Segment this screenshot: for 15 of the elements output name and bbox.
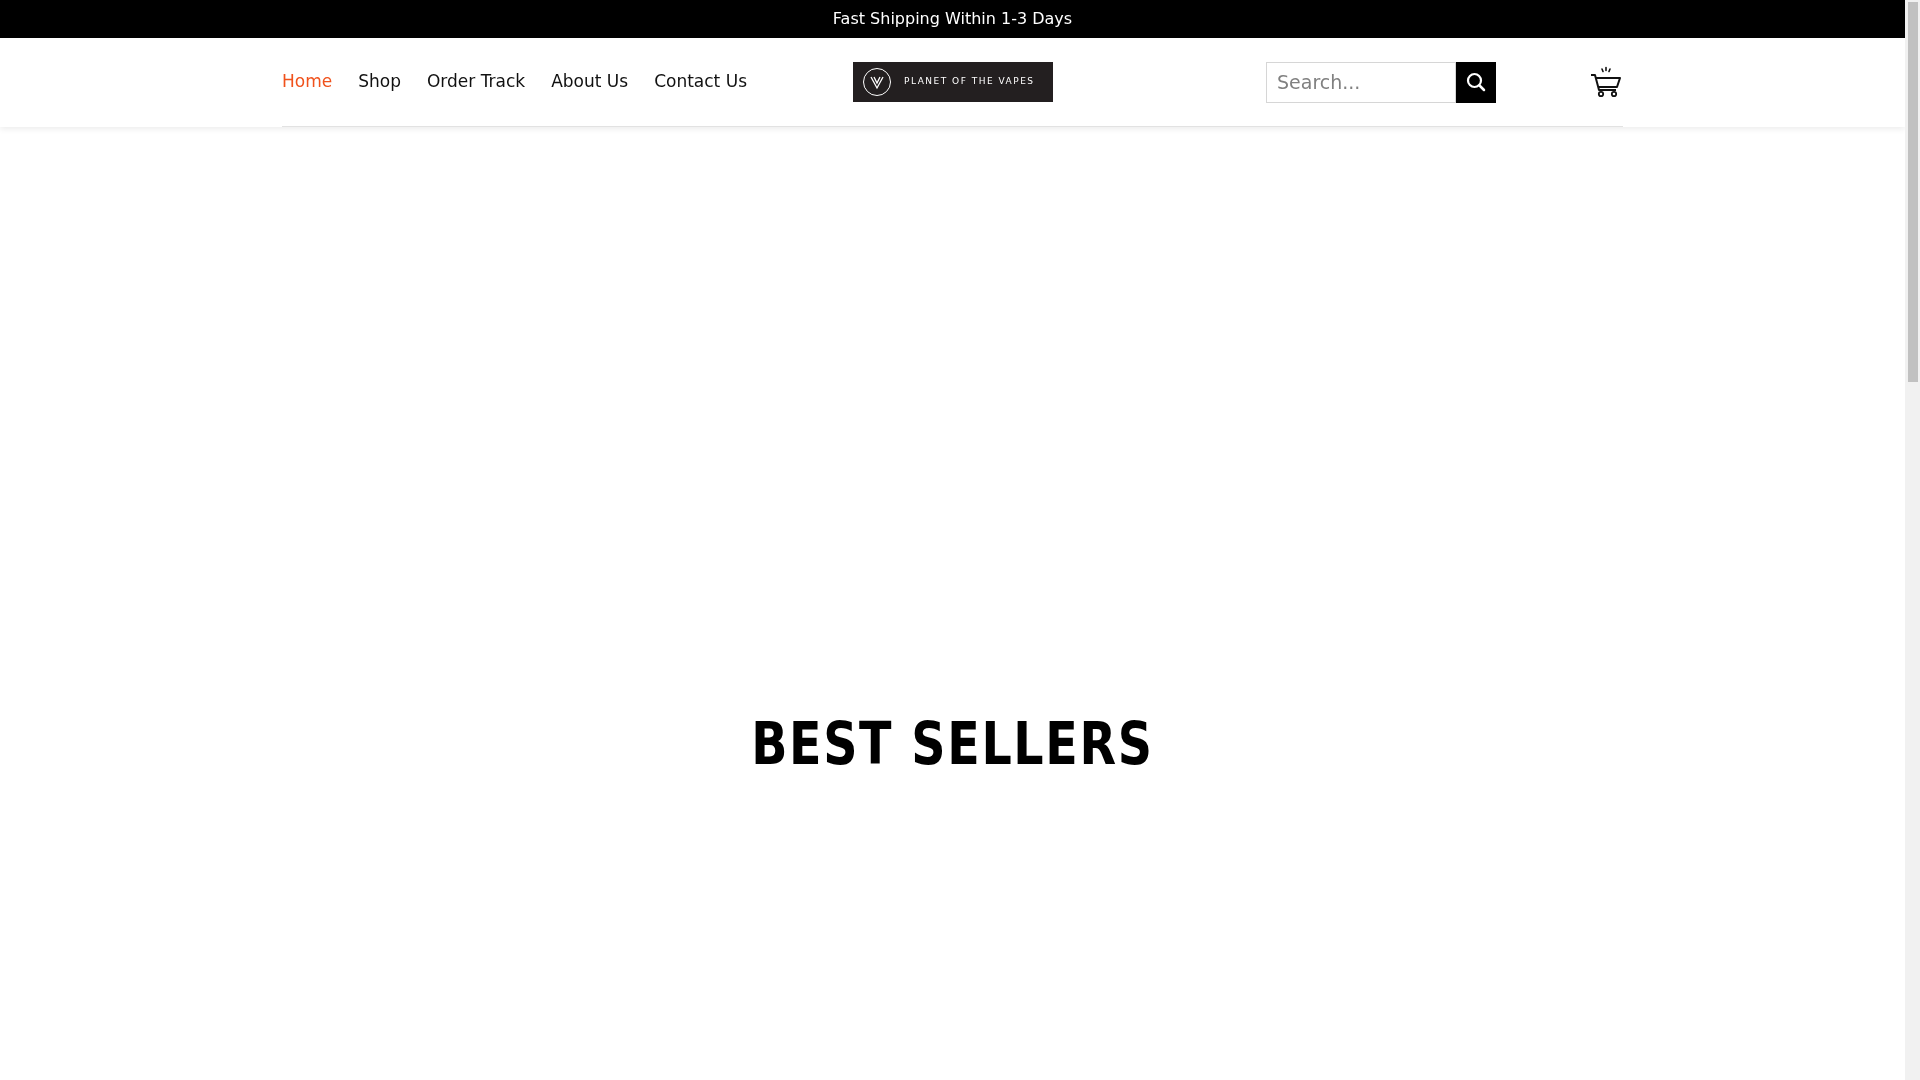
nav-link[interactable]: Home (282, 69, 333, 95)
nav-link[interactable]: About Us (551, 69, 629, 95)
announcement-text: Fast Shipping Within 1-3 Days (832, 8, 1073, 30)
search-field[interactable]: Search... (1266, 61, 1456, 103)
nav-link[interactable]: Order Track (426, 69, 526, 95)
logo[interactable]: PLANET OF THE VAPES (853, 62, 1053, 102)
logo-mark-icon (862, 67, 892, 97)
nav-link[interactable]: Shop (358, 69, 401, 95)
section-heading: BEST SELLERS (751, 715, 1154, 773)
cart-button[interactable] (1589, 65, 1623, 99)
search-icon (1465, 71, 1487, 93)
logo-text: PLANET OF THE VAPES (904, 75, 1035, 89)
search-button[interactable] (1456, 61, 1496, 103)
cart-icon (1589, 65, 1623, 99)
nav-link[interactable]: Contact Us (654, 69, 747, 95)
